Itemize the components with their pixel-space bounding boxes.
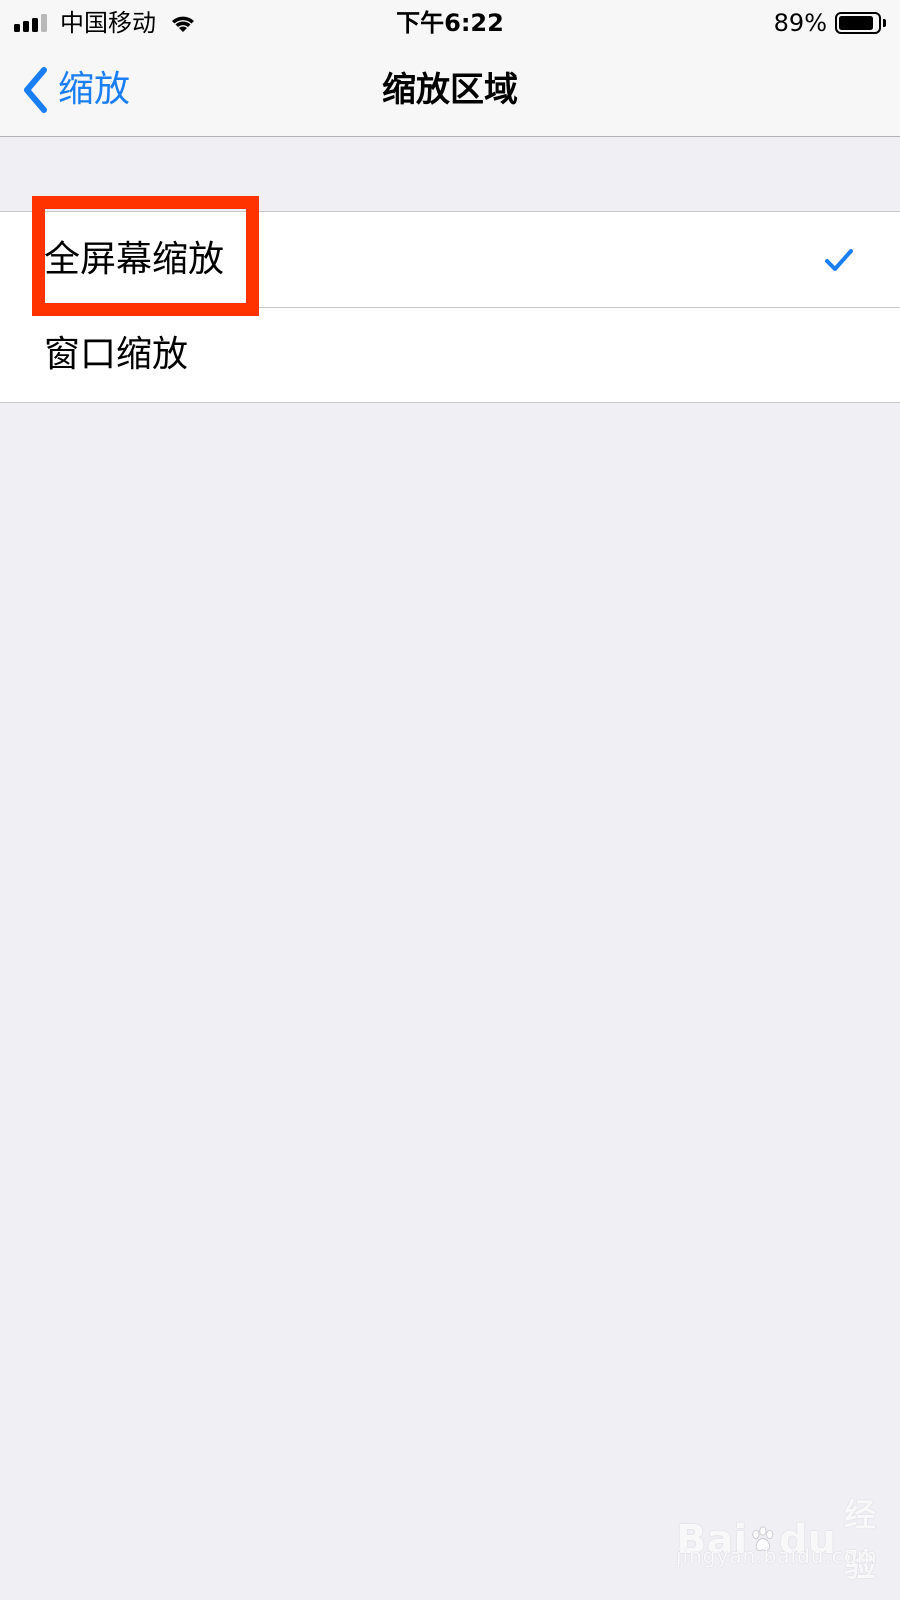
carrier-name: 中国移动 bbox=[60, 9, 156, 37]
option-label: 窗口缩放 bbox=[44, 334, 189, 375]
back-label: 缩放 bbox=[58, 69, 131, 110]
watermark-logo-cn: 经验 bbox=[844, 1496, 877, 1584]
navigation-bar: 缩放 缩放区域 bbox=[0, 46, 900, 137]
wifi-icon bbox=[172, 16, 194, 32]
checkmark-icon bbox=[825, 249, 853, 271]
battery-icon bbox=[835, 12, 881, 34]
battery-percent: 89% bbox=[773, 9, 827, 37]
status-bar: 中国移动 下午6:22 89% bbox=[0, 0, 900, 46]
status-right: 89% bbox=[774, 8, 886, 38]
watermark-url: jingyan.baidu.com bbox=[676, 1544, 878, 1568]
baidu-jingyan-watermark: Bai du 经验 jingyan.baidu.com bbox=[676, 1470, 878, 1584]
battery-cap bbox=[883, 19, 886, 27]
option-window-zoom[interactable]: 窗口缩放 bbox=[0, 307, 900, 402]
page-title: 缩放区域 bbox=[382, 70, 518, 110]
status-left: 中国移动 bbox=[14, 8, 198, 38]
watermark-logo: Bai du 经验 bbox=[676, 1490, 888, 1590]
option-full-screen-zoom[interactable]: 全屏幕缩放 bbox=[0, 212, 900, 307]
zoom-region-list: 全屏幕缩放 窗口缩放 bbox=[0, 211, 900, 403]
back-button[interactable]: 缩放 bbox=[22, 64, 130, 116]
option-label: 全屏幕缩放 bbox=[44, 239, 225, 280]
battery-fill bbox=[839, 16, 873, 30]
status-time: 下午6:22 bbox=[396, 9, 504, 37]
chevron-left-icon bbox=[24, 67, 47, 113]
signal-icon bbox=[14, 14, 50, 32]
